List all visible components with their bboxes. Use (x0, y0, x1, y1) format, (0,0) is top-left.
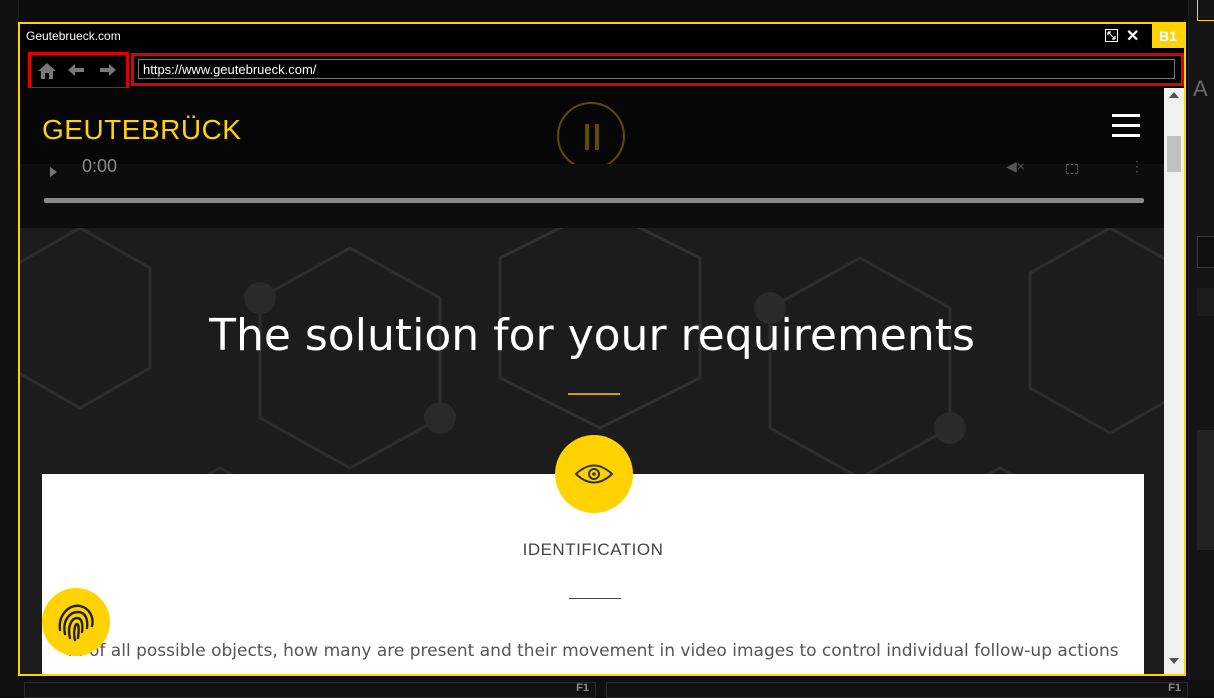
feature-title: IDENTIFICATION (522, 540, 664, 559)
url-input[interactable] (138, 59, 1175, 79)
bottom-pane-right-label: F1 (1168, 682, 1181, 694)
url-field-highlight (131, 53, 1184, 86)
right-panel-bar (1197, 288, 1214, 316)
hamburger-menu-icon[interactable] (1112, 114, 1140, 142)
bottom-panes: F1 F1 (0, 680, 1214, 698)
pause-icon[interactable] (557, 102, 625, 170)
scroll-up-arrow-icon[interactable] (1169, 92, 1179, 98)
nav-buttons-group (28, 52, 129, 90)
home-icon[interactable] (36, 62, 58, 85)
video-progress-bar[interactable] (44, 198, 1144, 203)
hero-heading: The solution for your requirements (209, 310, 975, 361)
feature-divider (569, 598, 621, 599)
web-viewport[interactable]: GEUTEBRÜCK 0:00 ◀× ⋮ The solution for yo… (20, 88, 1164, 674)
site-logo[interactable]: GEUTEBRÜCK (42, 114, 241, 146)
right-panel-label: A (1193, 76, 1208, 101)
window-title: Geutebrueck.com (26, 29, 121, 43)
title-bar: Geutebrueck.com ✕ B1 (20, 24, 1184, 48)
mute-icon[interactable]: ◀× (1006, 158, 1025, 175)
forward-arrow-icon[interactable] (99, 63, 117, 82)
more-options-icon[interactable]: ⋮ (1130, 158, 1144, 175)
scroll-down-arrow-icon[interactable] (1169, 658, 1179, 664)
browser-window: Geutebrueck.com ✕ B1 GEUTEBRÜCK (18, 22, 1186, 676)
right-panel-slider[interactable] (1197, 430, 1214, 550)
bottom-pane-left-label: F1 (576, 682, 589, 694)
video-controls: 0:00 ◀× ⋮ (20, 156, 1164, 228)
close-icon[interactable]: ✕ (1126, 26, 1139, 46)
right-panel-field[interactable] (1197, 236, 1214, 268)
video-time: 0:00 (82, 156, 118, 176)
app-right-panel: A (1188, 0, 1214, 696)
scroll-thumb[interactable] (1167, 136, 1181, 172)
hero-section: The solution for your requirements IDENT… (20, 228, 1164, 674)
fingerprint-badge[interactable] (42, 588, 110, 656)
fullscreen-icon[interactable] (1066, 164, 1078, 174)
play-icon[interactable] (50, 167, 57, 177)
vertical-scrollbar[interactable] (1164, 88, 1184, 674)
feature-description: ... of all possible objects, how many ar… (67, 641, 1119, 661)
right-panel-highlight (1197, 0, 1214, 21)
window-badge: B1 (1152, 24, 1184, 48)
maximize-icon[interactable] (1105, 29, 1118, 42)
back-arrow-icon[interactable] (67, 63, 85, 82)
site-header: GEUTEBRÜCK (20, 88, 1164, 170)
eye-badge (555, 435, 633, 513)
app-left-strip (0, 0, 19, 696)
navigation-bar (20, 48, 1184, 90)
hero-divider (568, 393, 620, 395)
